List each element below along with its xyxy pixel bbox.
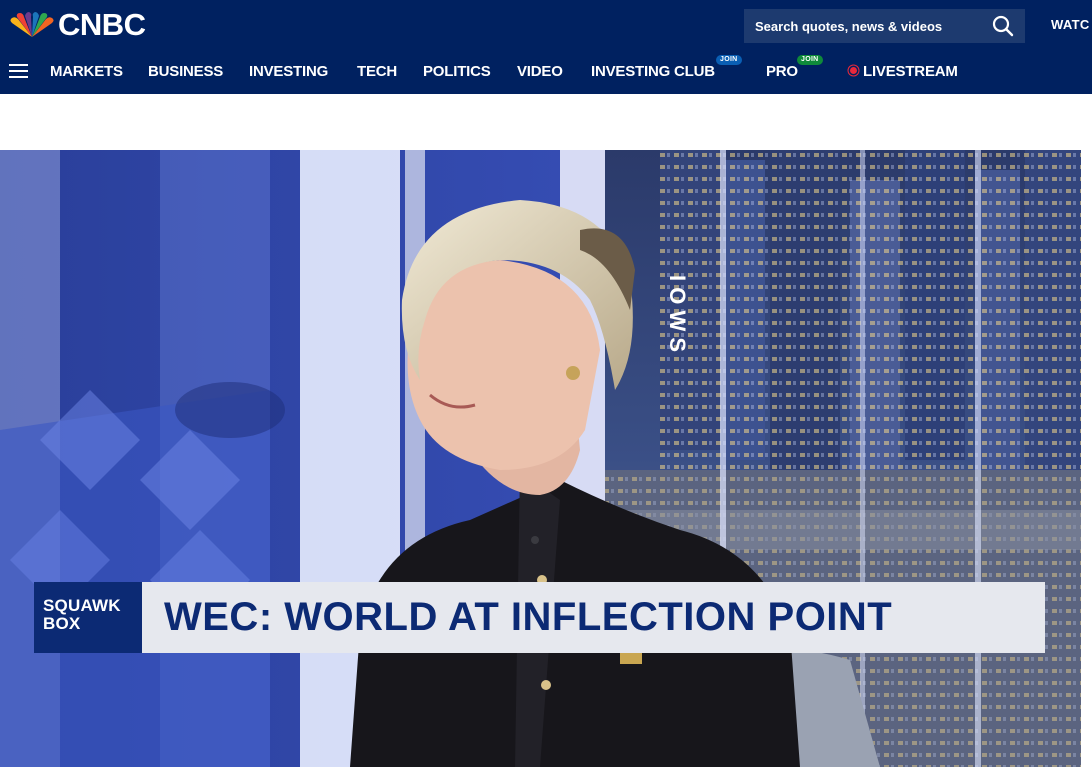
show-name-line-2: BOX — [43, 614, 81, 633]
nav-item-investing-club[interactable]: INVESTING CLUB — [591, 63, 715, 81]
watch-live-link[interactable]: WATC — [1051, 17, 1090, 32]
nav-item-markets[interactable]: MARKETS — [50, 63, 123, 81]
hamburger-menu-icon[interactable] — [9, 63, 28, 79]
show-name-line-1: SQUAWK — [43, 596, 121, 615]
nav-item-video[interactable]: VIDEO — [517, 63, 563, 81]
lower-third-banner: SQUAWK BOX WEC: WORLD AT INFLECTION POIN… — [34, 582, 1045, 653]
search-bar[interactable] — [744, 9, 1025, 43]
main-nav: MARKETS BUSINESS INVESTING TECH POLITICS… — [0, 50, 1092, 94]
cnbc-logo[interactable]: CNBC — [8, 8, 146, 42]
nav-item-investing[interactable]: INVESTING — [249, 63, 328, 81]
show-name-box: SQUAWK BOX — [34, 582, 142, 653]
video-player[interactable]: I O W S SQUAWK BOX WEC: WORLD AT INFLECT… — [0, 150, 1081, 767]
join-badge-pro[interactable]: JOIN — [797, 55, 823, 65]
video-headline: WEC: WORLD AT INFLECTION POINT — [164, 595, 893, 639]
top-bar: CNBC WATC — [0, 0, 1092, 50]
search-button[interactable] — [981, 9, 1025, 43]
nav-item-livestream[interactable]: LIVESTREAM — [863, 63, 958, 81]
video-frame-image: I O W S — [0, 150, 1081, 767]
headline-box: WEC: WORLD AT INFLECTION POINT — [142, 582, 1045, 653]
nav-item-tech[interactable]: TECH — [357, 63, 397, 81]
join-badge-investing-club[interactable]: JOIN — [716, 55, 742, 65]
search-icon — [992, 15, 1014, 37]
nbc-peacock-icon — [10, 12, 54, 37]
nav-item-pro[interactable]: PRO — [766, 63, 798, 81]
svg-text:I O W S: I O W S — [665, 275, 690, 352]
search-input[interactable] — [744, 9, 981, 43]
logo-text: CNBC — [58, 7, 146, 42]
nav-item-politics[interactable]: POLITICS — [423, 63, 491, 81]
live-dot-icon — [850, 67, 857, 74]
nav-item-business[interactable]: BUSINESS — [148, 63, 223, 81]
